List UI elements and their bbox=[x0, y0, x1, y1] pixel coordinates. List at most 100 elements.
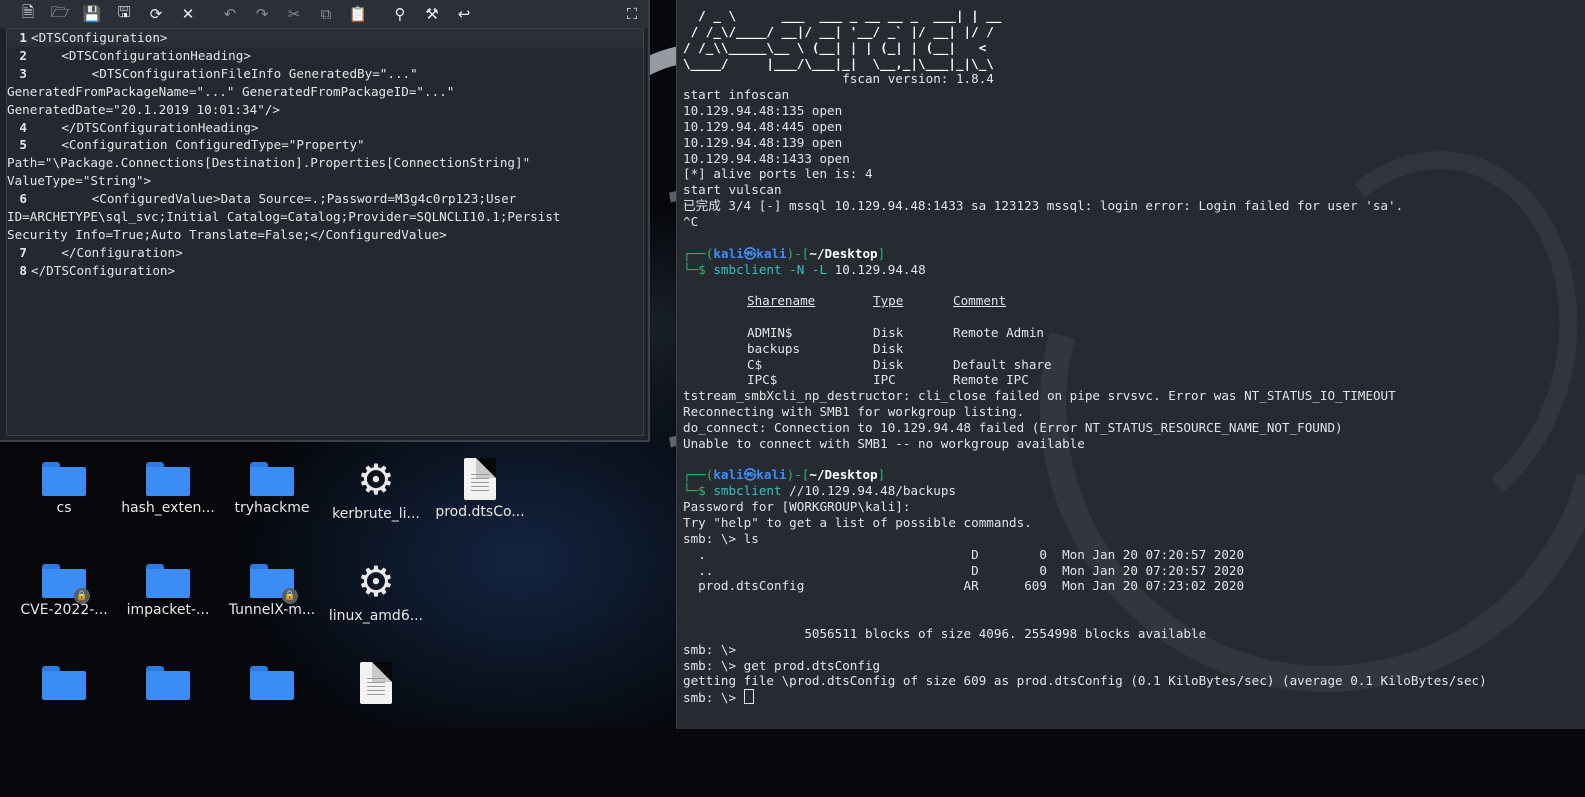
line-number: 6 bbox=[19, 191, 27, 207]
open-file-icon[interactable]: 🗁 bbox=[44, 0, 76, 28]
jump-icon[interactable]: ↩ bbox=[448, 0, 480, 28]
shell-prompt: ┌──(kali㉿kali)-[~/Desktop] bbox=[683, 245, 886, 261]
close-icon[interactable]: ✕ bbox=[172, 0, 204, 28]
desktop-icon[interactable] bbox=[324, 660, 428, 708]
cut-icon[interactable]: ✂ bbox=[278, 0, 310, 28]
error-line: Unable to connect with SMB1 -- no workgr… bbox=[683, 435, 1085, 451]
fscan-banner-line: / /_\/____/ __|/ __| '__/ _` |/ __| |/ / bbox=[683, 23, 994, 39]
error-line: Reconnecting with SMB1 for workgroup lis… bbox=[683, 404, 1025, 420]
line-text: <ConfiguredValue>Data Source=.;Password=… bbox=[31, 191, 517, 207]
folder-icon: 🔒 bbox=[42, 564, 90, 604]
text-cursor bbox=[743, 689, 754, 705]
scan-line: 已完成 3/4 [-] mssql 10.129.94.48:1433 sa 1… bbox=[683, 198, 1404, 214]
line-number: 1 bbox=[19, 30, 27, 45]
share-row: backups Disk bbox=[747, 340, 904, 356]
fscan-banner-line: / _ \ ___ ___ _ __ __ _ ___| | __ bbox=[683, 8, 1002, 23]
folder-icon bbox=[250, 462, 294, 496]
desktop-icon-label: CVE-2022-... bbox=[20, 602, 108, 618]
desktop-icon[interactable]: impacket-... bbox=[116, 558, 220, 618]
desktop-icon[interactable]: ⚙ linux_amd6... bbox=[324, 558, 428, 625]
smb-line bbox=[683, 610, 1573, 626]
code-line[interactable]: 4 </DTSConfigurationHeading> bbox=[7, 119, 643, 137]
desktop-icon[interactable]: cs bbox=[12, 456, 116, 516]
folder-icon bbox=[146, 666, 190, 700]
scan-line: ^C bbox=[683, 213, 699, 229]
reload-icon[interactable]: ⟳ bbox=[140, 0, 172, 28]
code-line[interactable]: 7 </Configuration> bbox=[7, 244, 643, 262]
line-text: GeneratedFromPackageName="..." Generated… bbox=[7, 83, 455, 99]
code-line[interactable]: ID=ARCHETYPE\sql_svc;Initial Catalog=Cat… bbox=[7, 208, 643, 226]
error-line: do_connect: Connection to 10.129.94.48 f… bbox=[683, 419, 1343, 435]
desktop-icon[interactable] bbox=[220, 660, 324, 704]
lock-icon: 🔒 bbox=[74, 588, 90, 604]
code-line[interactable]: 3 <DTSConfigurationFileInfo GeneratedBy=… bbox=[7, 65, 643, 83]
desktop-icon-label: hash_exten... bbox=[121, 500, 215, 516]
undo-icon[interactable]: ↶ bbox=[214, 0, 246, 28]
search-icon[interactable]: ⚲ bbox=[384, 0, 416, 28]
shell-prompt: ┌──(kali㉿kali)-[~/Desktop] bbox=[683, 467, 886, 483]
save-as-icon[interactable]: 🖫 bbox=[108, 0, 140, 28]
executable-gear-icon: ⚙ bbox=[357, 455, 395, 504]
smb-line: getting file \prod.dtsConfig of size 609… bbox=[683, 673, 1487, 689]
desktop-icon[interactable]: prod.dtsCo... bbox=[428, 456, 532, 520]
redo-icon[interactable]: ↷ bbox=[246, 0, 278, 28]
line-text: GeneratedDate="20.1.2019 10:01:34"/> bbox=[7, 101, 280, 117]
folder-icon bbox=[250, 666, 294, 700]
smb-prompt[interactable]: smb: \> bbox=[683, 689, 1573, 705]
scan-line: 10.129.94.48:135 open bbox=[683, 103, 843, 119]
desktop-icon[interactable] bbox=[116, 660, 220, 704]
code-line[interactable]: Security Info=True;Auto Translate=False;… bbox=[7, 226, 643, 244]
text-file-icon bbox=[360, 662, 392, 704]
desktop-icon-label: prod.dtsCo... bbox=[435, 504, 525, 520]
line-text: ID=ARCHETYPE\sql_svc;Initial Catalog=Cat… bbox=[7, 209, 561, 225]
new-file-icon[interactable]: 🗎 bbox=[12, 0, 44, 28]
code-editor-area[interactable]: 1 <DTSConfiguration> 2 <DTSConfigurationHe… bbox=[6, 28, 644, 436]
folder-icon: 🔒 bbox=[250, 564, 298, 604]
replace-icon[interactable]: ⚒ bbox=[416, 0, 448, 28]
scan-line: start vulscan bbox=[683, 182, 782, 198]
smb-line: prod.dtsConfig AR 609 Mon Jan 20 07:23:0… bbox=[683, 578, 1245, 594]
share-row: C$ Disk Default share bbox=[747, 356, 1052, 372]
desktop-icon-label: TunnelX-m... bbox=[228, 602, 316, 618]
share-row: ADMIN$ Disk Remote Admin bbox=[747, 324, 1044, 340]
desktop-icon[interactable]: 🔒 TunnelX-m... bbox=[220, 558, 324, 618]
folder-icon bbox=[146, 462, 190, 496]
shell-command: └─$ smbclient //10.129.94.48/backups bbox=[683, 483, 956, 499]
code-line[interactable]: 1 <DTSConfiguration> bbox=[7, 29, 643, 47]
code-line[interactable]: ValueType="String"> bbox=[7, 172, 643, 190]
desktop-icon[interactable]: 🔒 CVE-2022-... bbox=[12, 558, 116, 618]
editor-toolbar: 🗎 🗁 💾 🖫 ⟳ ✕ ↶ ↷ ✂ ⧉ 📋 ⚲ ⚒ ↩ ⛶ bbox=[0, 0, 648, 28]
fullscreen-icon[interactable]: ⛶ bbox=[616, 0, 648, 28]
folder-icon bbox=[42, 666, 86, 700]
smb-line: . D 0 Mon Jan 20 07:20:57 2020 bbox=[683, 546, 1245, 562]
desktop-icon[interactable]: ⚙ kerbrute_li... bbox=[324, 455, 428, 523]
code-line[interactable]: 5 <Configuration ConfiguredType="Propert… bbox=[7, 136, 643, 154]
paste-icon[interactable]: 📋 bbox=[342, 0, 374, 28]
text-file-icon bbox=[464, 458, 496, 500]
save-icon[interactable]: 💾 bbox=[76, 0, 108, 28]
desktop-icon[interactable]: tryhackme bbox=[220, 456, 324, 516]
line-number: 3 bbox=[19, 65, 27, 81]
code-line[interactable]: GeneratedDate="20.1.2019 10:01:34"/> bbox=[7, 101, 643, 119]
copy-icon[interactable]: ⧉ bbox=[310, 0, 342, 28]
code-line[interactable]: Path="\Package.Connections[Destination].… bbox=[7, 154, 643, 172]
desktop-icon[interactable]: hash_exten... bbox=[116, 456, 220, 516]
smb-line: .. D 0 Mon Jan 20 07:20:57 2020 bbox=[683, 562, 1245, 578]
desktop-icon-label: kerbrute_li... bbox=[332, 506, 420, 522]
code-line[interactable]: 2 <DTSConfigurationHeading> bbox=[7, 47, 643, 65]
desktop-icon[interactable] bbox=[12, 660, 116, 704]
smb-line: smb: \> get prod.dtsConfig bbox=[683, 657, 881, 673]
scan-line: 10.129.94.48:139 open bbox=[683, 134, 843, 150]
smb-line: Password for [WORKGROUP\kali]: bbox=[683, 499, 911, 515]
line-number: 7 bbox=[19, 244, 27, 260]
scan-line: [*] alive ports len is: 4 bbox=[683, 166, 873, 182]
line-text: </DTSConfigurationHeading> bbox=[31, 119, 259, 135]
line-text: <DTSConfiguration> bbox=[31, 30, 168, 45]
code-line[interactable]: 6 <ConfiguredValue>Data Source=.;Passwor… bbox=[7, 190, 643, 208]
code-line[interactable]: GeneratedFromPackageName="..." Generated… bbox=[7, 83, 643, 101]
code-line[interactable]: 8 </DTSConfiguration> bbox=[7, 262, 643, 280]
share-row: IPC$ IPC Remote IPC bbox=[747, 372, 1029, 388]
smb-line: smb: \> bbox=[683, 641, 737, 657]
line-text: <Configuration ConfiguredType="Property" bbox=[31, 137, 365, 153]
lock-icon: 🔒 bbox=[282, 588, 298, 604]
